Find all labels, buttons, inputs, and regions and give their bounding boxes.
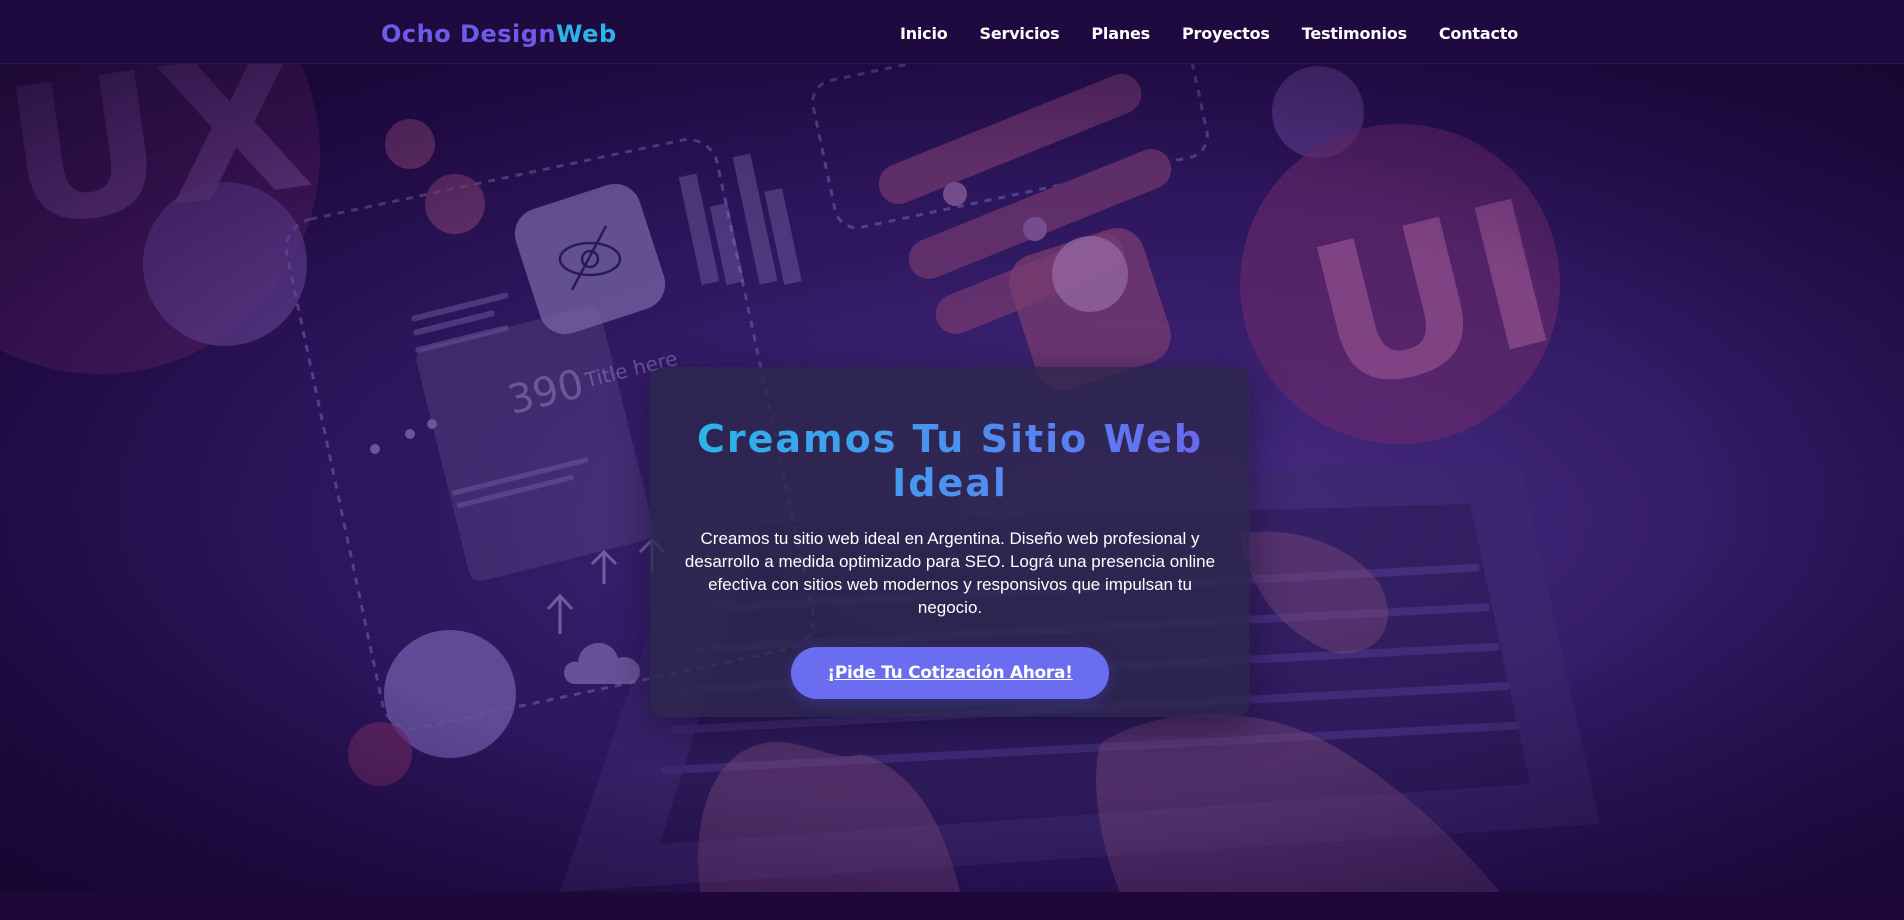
main-navbar: Ocho DesignWeb Inicio Servicios Planes P… xyxy=(0,0,1904,64)
nav-link-proyectos[interactable]: Proyectos xyxy=(1182,24,1270,43)
hero-description: Creamos tu sitio web ideal en Argentina.… xyxy=(684,529,1216,617)
brand-name-part1: Ocho Design xyxy=(381,20,557,48)
nav-link-planes[interactable]: Planes xyxy=(1091,24,1150,43)
brand-name-part2: Web xyxy=(556,20,617,48)
hero-title: Creamos Tu Sitio Web Ideal xyxy=(690,417,1210,505)
quote-cta-button[interactable]: ¡Pide Tu Cotización Ahora! xyxy=(791,647,1109,699)
hero-card: Creamos Tu Sitio Web Ideal Creamos tu si… xyxy=(650,367,1250,717)
nav-link-testimonios[interactable]: Testimonios xyxy=(1302,24,1407,43)
nav-link-contacto[interactable]: Contacto xyxy=(1439,24,1518,43)
section-divider-strip xyxy=(0,892,1904,920)
hero-section: UX UI 390 Title here xyxy=(0,64,1904,892)
brand-logo[interactable]: Ocho DesignWeb xyxy=(381,20,617,48)
nav-link-inicio[interactable]: Inicio xyxy=(900,24,948,43)
nav-links: Inicio Servicios Planes Proyectos Testim… xyxy=(900,24,1518,43)
nav-link-servicios[interactable]: Servicios xyxy=(980,24,1060,43)
